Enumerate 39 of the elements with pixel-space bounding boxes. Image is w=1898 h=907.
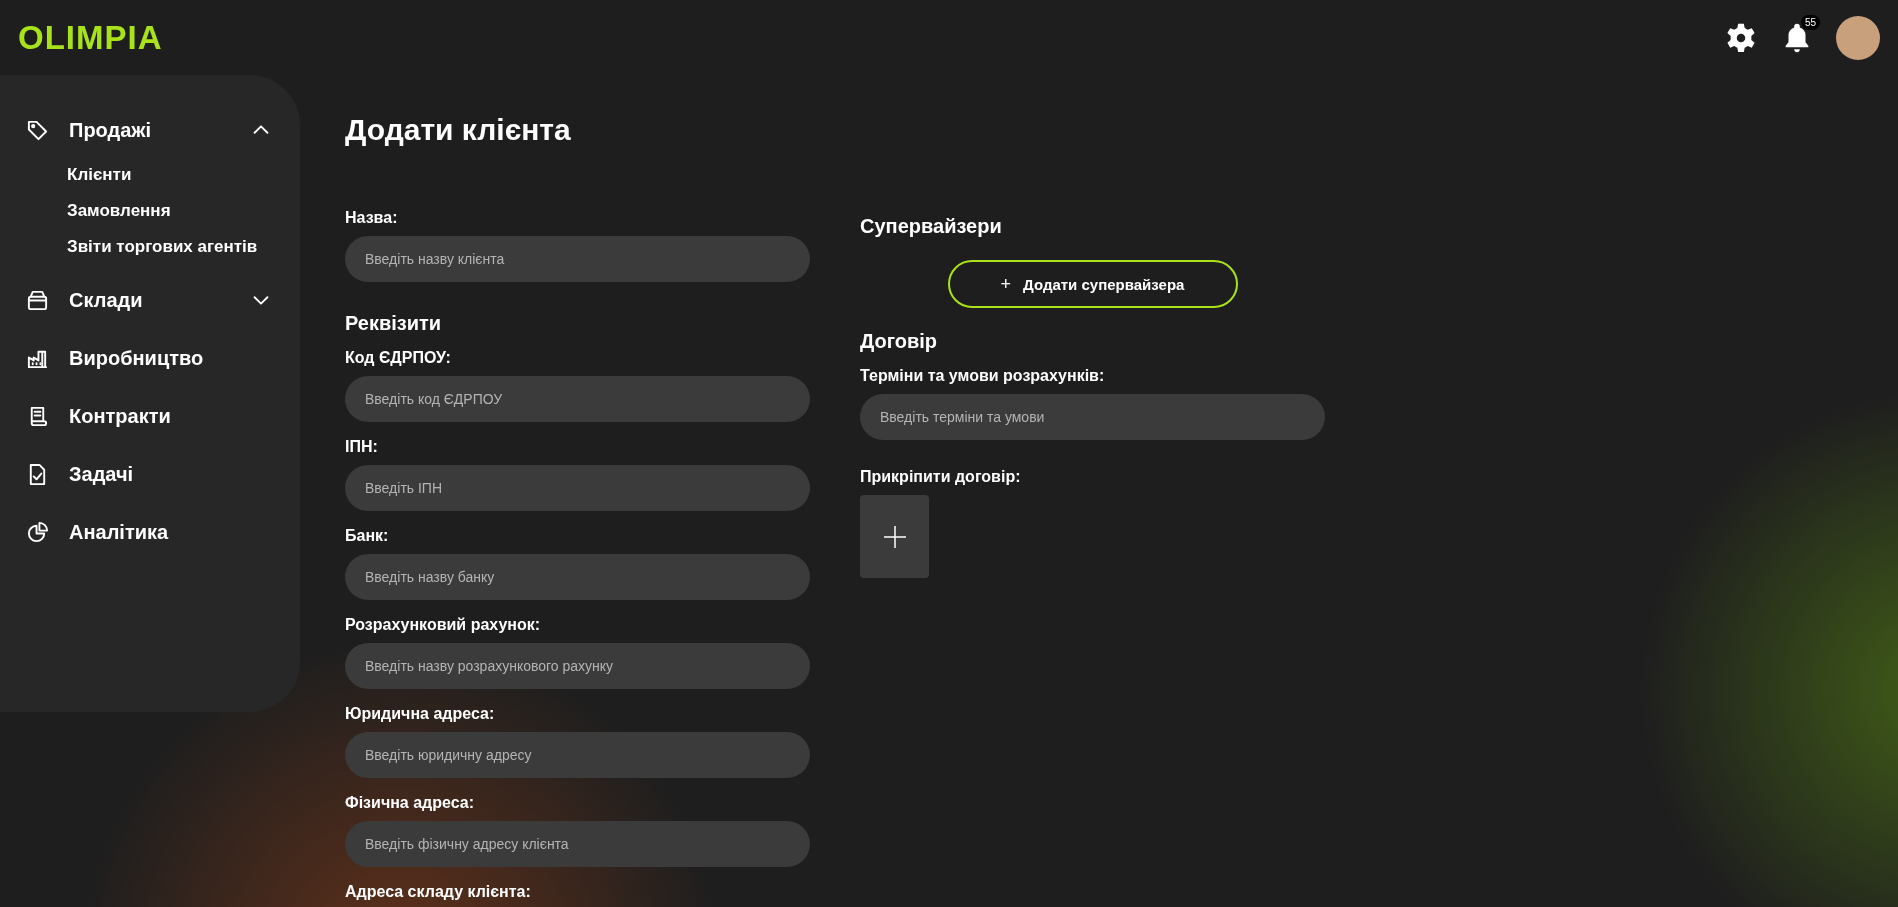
field-label: Банк: bbox=[345, 527, 390, 545]
menu-item[interactable]: Продажі bbox=[0, 101, 300, 159]
field-label: ІПН: bbox=[345, 438, 379, 456]
input-field[interactable]: Введіть фізичну адресу клієнта bbox=[345, 821, 810, 867]
notification-count: 55 bbox=[1800, 14, 1820, 30]
pie-chart-icon bbox=[26, 520, 49, 544]
section-heading: Супервайзери bbox=[860, 215, 1003, 238]
menu-item[interactable]: Виробництво bbox=[0, 329, 300, 387]
submenu-item[interactable]: Звіти торгових агентів bbox=[67, 237, 300, 257]
input-field[interactable]: Введіть ІПН bbox=[345, 465, 810, 511]
field-label: Юридична адреса: bbox=[345, 705, 496, 723]
input-field[interactable]: Введіть терміни та умови bbox=[860, 394, 1325, 440]
menu-item[interactable]: Склади bbox=[0, 271, 300, 329]
logo: OLIMPIA bbox=[18, 18, 163, 57]
menu-item[interactable]: Контракти bbox=[0, 387, 300, 445]
box-icon bbox=[26, 288, 49, 312]
tag-icon bbox=[26, 118, 49, 142]
field-label: Фізична адреса: bbox=[345, 794, 476, 812]
input-field[interactable]: Введіть назву розрахункового рахунку bbox=[345, 643, 810, 689]
field-label: Адреса складу клієнта: bbox=[345, 883, 532, 901]
input-field[interactable]: Введіть код ЄДРПОУ bbox=[345, 376, 810, 422]
field-label: Терміни та умови розрахунків: bbox=[860, 367, 1106, 385]
submenu-item[interactable]: Замовлення bbox=[67, 201, 300, 221]
section-heading: Реквізити bbox=[345, 312, 443, 335]
avatar[interactable] bbox=[1836, 15, 1880, 60]
submenu-item[interactable]: Клієнти bbox=[67, 165, 300, 185]
field-label: Код ЄДРПОУ: bbox=[345, 349, 452, 367]
menu-item[interactable]: Задачі bbox=[0, 445, 300, 503]
page-title: Додати клієнта bbox=[345, 113, 572, 147]
input-field[interactable]: Введіть назву банку bbox=[345, 554, 810, 600]
field-label: Розрахунковий рахунок: bbox=[345, 616, 542, 634]
field-label: Назва: bbox=[345, 209, 399, 227]
input-field[interactable]: Введіть юридичну адресу bbox=[345, 732, 810, 778]
plus-icon bbox=[883, 525, 906, 548]
field-label: Прикріпити договір: bbox=[860, 468, 1022, 486]
menu-item[interactable]: Аналітика bbox=[0, 503, 300, 561]
input-field[interactable]: Введіть назву клієнта bbox=[345, 236, 810, 282]
add-supervisor-button[interactable]: + Додати супервайзера bbox=[947, 260, 1238, 308]
section-heading: Договір bbox=[860, 330, 939, 353]
